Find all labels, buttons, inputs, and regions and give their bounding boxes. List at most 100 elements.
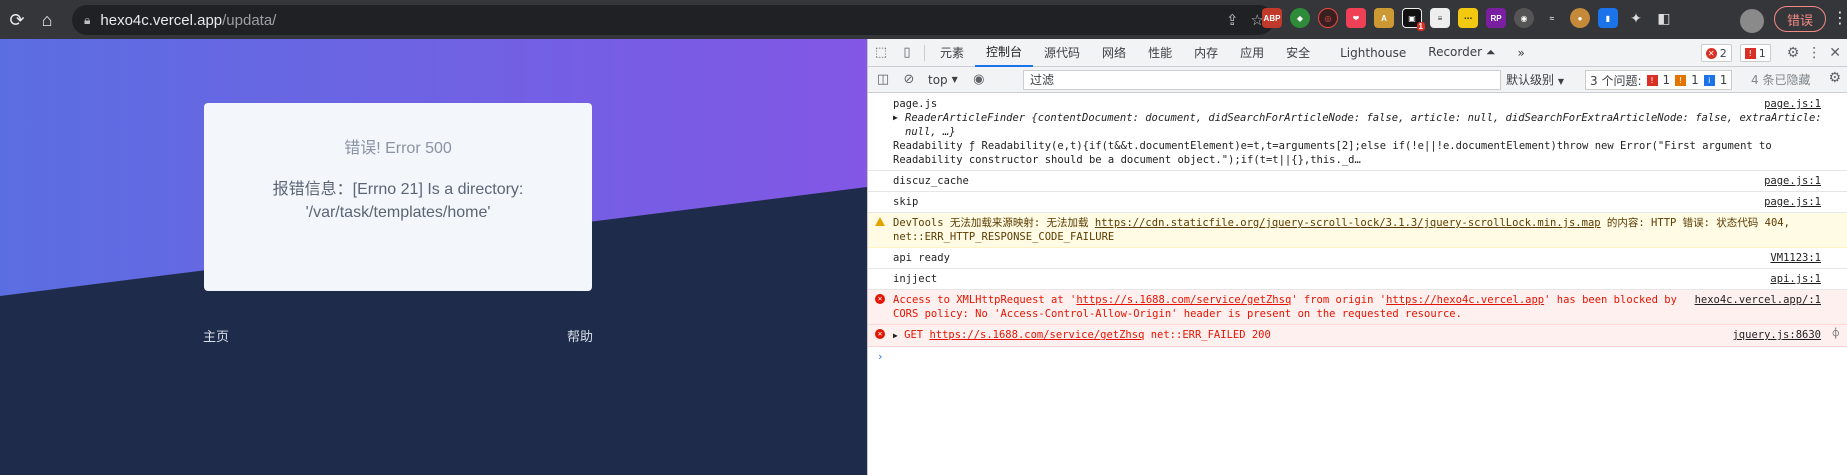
tab-application[interactable]: 应用 — [1229, 39, 1275, 67]
network-panel-icon[interactable]: ⌽ — [1833, 327, 1839, 341]
browser-toolbar: ⟳ ⌂ 🔒︎ hexo4c.vercel.app/updata/ ⇪ ☆ ABP… — [0, 0, 1847, 39]
more-tabs-icon[interactable]: » — [1506, 39, 1535, 67]
error-issue-icon: ! — [1646, 74, 1658, 86]
evernote-extension-icon[interactable]: ◆ — [1290, 8, 1310, 28]
lock-icon: 🔒︎ — [84, 12, 91, 27]
kebab-menu-icon[interactable]: ⋮ — [1832, 8, 1847, 28]
source-link[interactable]: page.js:1 — [1764, 174, 1821, 188]
console-message[interactable]: page.js ▶ ReaderArticleFinder {contentDo… — [868, 94, 1847, 171]
filter-input[interactable]: 过滤 — [1023, 70, 1501, 90]
eye-icon[interactable]: ◉ — [966, 67, 992, 93]
device-toolbar-icon[interactable]: ▯ — [894, 40, 920, 66]
console-error[interactable]: ✕ ▶ GET https://s.1688.com/service/getZh… — [868, 325, 1847, 347]
dots-extension-icon[interactable]: ⋯ — [1458, 8, 1478, 28]
source-link[interactable]: page.js:1 — [1764, 97, 1821, 111]
request-url-link[interactable]: https://s.1688.com/service/getZhsq — [929, 329, 1144, 341]
console-messages: page.js ▶ ReaderArticleFinder {contentDo… — [868, 94, 1847, 363]
console-message[interactable]: skip page.js:1 — [868, 192, 1847, 213]
source-link[interactable]: hexo4c.vercel.app/:1 — [1695, 293, 1821, 307]
devtools-tabbar: ⬚ ▯ 元素 控制台 源代码 网络 性能 内存 应用 安全 Lighthouse… — [868, 39, 1847, 67]
clear-console-icon[interactable]: ⊘ — [896, 67, 922, 93]
settings-gear-icon[interactable]: ⚙ — [1787, 45, 1800, 61]
close-icon[interactable]: ✕ — [1829, 45, 1841, 61]
request-url-link[interactable]: https://s.1688.com/service/getZhsq — [1076, 294, 1291, 306]
context-select[interactable]: top ▼ — [928, 73, 958, 87]
error-title: 错误! Error 500 — [344, 140, 452, 157]
console-message[interactable]: injject api.js:1 — [868, 269, 1847, 290]
devtools-panel: ⬚ ▯ 元素 控制台 源代码 网络 性能 内存 应用 安全 Lighthouse… — [867, 39, 1847, 475]
error-message: 报错信息：[Errno 21] Is a directory: '/var/ta… — [272, 181, 524, 221]
dropdown-arrow-icon: ▼ — [1557, 77, 1564, 86]
bookmark-extension-icon[interactable]: ▮ — [1598, 8, 1618, 28]
owl-extension-icon[interactable]: ◉ — [1514, 8, 1534, 28]
issues-button[interactable]: 3 个问题: ! 1 ! 1 i1 — [1585, 70, 1733, 90]
console-message[interactable]: discuz_cache page.js:1 — [868, 171, 1847, 192]
tab-lighthouse[interactable]: Lighthouse — [1329, 39, 1417, 67]
expand-arrow-icon[interactable]: ▶ — [893, 331, 898, 340]
source-link[interactable]: api.js:1 — [1770, 272, 1821, 286]
tab-performance[interactable]: 性能 — [1137, 39, 1183, 67]
console-object: ReaderArticleFinder {contentDocument: do… — [905, 112, 1822, 138]
tab-recorder[interactable]: Recorder ⏶ — [1417, 39, 1506, 67]
error-icon: ✕ — [1705, 47, 1717, 59]
tab-network[interactable]: 网络 — [1091, 39, 1137, 67]
address-bar[interactable]: 🔒︎ hexo4c.vercel.app/updata/ ⇪ ☆ — [72, 5, 1274, 35]
console-prompt[interactable]: › — [868, 347, 1847, 363]
tab-memory[interactable]: 内存 — [1183, 39, 1229, 67]
adblock-extension-icon[interactable]: ABP — [1262, 8, 1282, 28]
sidebar-toggle-icon[interactable]: ◫ — [870, 67, 896, 93]
console-settings-icon[interactable]: ⚙ — [1828, 70, 1841, 86]
error-count-chip[interactable]: ✕ 2 — [1700, 44, 1732, 62]
error-icon: ✕ — [875, 294, 885, 304]
warning-issue-icon: ! — [1675, 74, 1687, 86]
tab-sources[interactable]: 源代码 — [1033, 39, 1091, 67]
dropdown-arrow-icon: ▼ — [951, 75, 958, 84]
divider — [924, 44, 925, 61]
reader-extension-icon[interactable]: ▣ 1 — [1402, 8, 1425, 31]
circle-extension-icon[interactable]: ◎ — [1318, 8, 1338, 28]
sourcemap-link[interactable]: https://cdn.staticfile.org/jquery-scroll… — [1095, 217, 1601, 229]
graph-extension-icon[interactable]: ≈ — [1542, 8, 1562, 28]
origin-link[interactable]: https://hexo4c.vercel.app — [1386, 294, 1544, 306]
share-icon[interactable]: ⇪ — [1226, 11, 1239, 29]
pocket-extension-icon[interactable]: ❤ — [1346, 8, 1366, 28]
list-extension-icon[interactable]: ≡ — [1430, 8, 1450, 28]
log-levels-select[interactable]: 默认级别 ▼ — [1506, 71, 1564, 88]
extensions-bar: ABP ◆ ◎ ❤ A ▣ 1 ≡ ⋯ RP ◉ ≈ ● ▮ ✦ ◧ — [1262, 8, 1674, 31]
issue-icon: ! — [1744, 47, 1756, 59]
issue-count-chip[interactable]: ! 1 — [1739, 44, 1771, 62]
source-link[interactable]: VM1123:1 — [1770, 251, 1821, 265]
avatar[interactable] — [1740, 9, 1764, 33]
puzzle-icon[interactable]: ✦ — [1626, 8, 1646, 28]
rp-extension-icon[interactable]: RP — [1486, 8, 1506, 28]
web-page: 错误! Error 500 报错信息：[Errno 21] Is a direc… — [0, 39, 867, 475]
console-warning[interactable]: DevTools 无法加载来源映射: 无法加载 https://cdn.stat… — [868, 213, 1847, 248]
tab-console[interactable]: 控制台 — [975, 39, 1034, 67]
info-issue-icon: i — [1703, 74, 1715, 86]
home-link[interactable]: 主页 — [203, 326, 229, 345]
console-error[interactable]: ✕ Access to XMLHttpRequest at 'https://s… — [868, 290, 1847, 325]
tab-security[interactable]: 安全 — [1275, 39, 1321, 67]
warning-icon — [875, 217, 885, 226]
source-link[interactable]: jquery.js:8630 — [1732, 328, 1821, 342]
tab-elements[interactable]: 元素 — [929, 39, 975, 67]
expand-arrow-icon[interactable]: ▶ — [893, 111, 898, 125]
console-function: Readability ƒ Readability(e,t){if(t&&t.d… — [893, 140, 1772, 166]
inspect-element-icon[interactable]: ⬚ — [868, 40, 894, 66]
url-path: /updata/ — [222, 11, 277, 29]
sidepanel-icon[interactable]: ◧ — [1654, 8, 1674, 28]
hidden-count: 4 条已隐藏 — [1751, 73, 1811, 87]
devtools-menu-icon[interactable]: ⋮ — [1807, 45, 1821, 61]
home-icon[interactable]: ⌂ — [32, 5, 62, 35]
error-card: 错误! Error 500 报错信息：[Errno 21] Is a direc… — [204, 103, 592, 291]
error-button[interactable]: 错误 — [1774, 6, 1826, 32]
translate-extension-icon[interactable]: A — [1374, 8, 1394, 28]
console-message[interactable]: api ready VM1123:1 — [868, 248, 1847, 269]
console-toolbar: ◫ ⊘ top ▼ ◉ 过滤 默认级别 ▼ 3 个问题: ! 1 ! 1 i1 4 条… — [868, 67, 1847, 93]
error-icon: ✕ — [875, 329, 885, 339]
cookie-extension-icon[interactable]: ● — [1570, 8, 1590, 28]
help-link[interactable]: 帮助 — [567, 326, 593, 345]
url-host: hexo4c.vercel.app — [100, 11, 223, 29]
reload-icon[interactable]: ⟳ — [2, 5, 32, 35]
source-link[interactable]: page.js:1 — [1764, 195, 1821, 209]
